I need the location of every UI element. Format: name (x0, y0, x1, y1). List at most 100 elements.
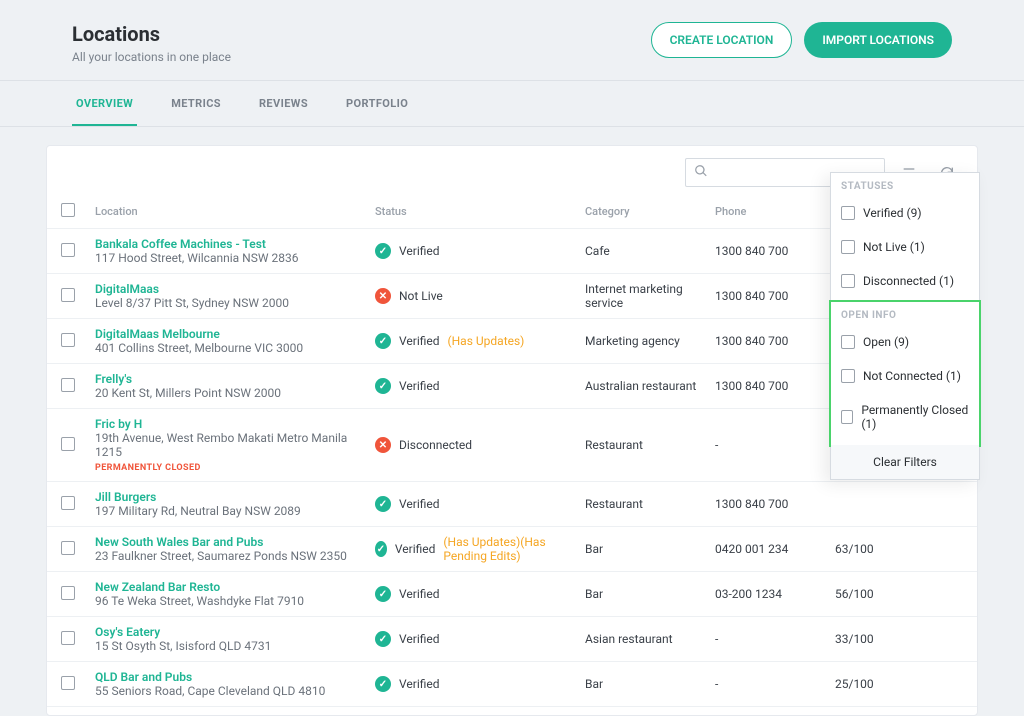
row-checkbox[interactable] (61, 437, 75, 451)
table-row: New Zealand Bar Resto96 Te Weka Street, … (47, 572, 977, 617)
location-name[interactable]: New South Wales Bar and Pubs (95, 535, 369, 549)
location-address: 401 Collins Street, Melbourne VIC 3000 (95, 341, 369, 355)
phone-cell: 1300 840 700 (715, 482, 835, 527)
tabs: OVERVIEW METRICS REVIEWS PORTFOLIO (0, 81, 1024, 127)
phone-cell: 1300 840 700 (715, 229, 835, 274)
status-extra: (Has Updates)(Has Pending Edits) (443, 535, 579, 563)
col-phone: Phone (715, 195, 835, 229)
last-cell: 63/100 (835, 527, 977, 572)
category-cell: Restaurant (585, 482, 715, 527)
page-subtitle: All your locations in one place (72, 50, 231, 64)
checkbox[interactable] (841, 240, 855, 254)
category-cell: Bar (585, 527, 715, 572)
status-extra: (Has Updates) (448, 334, 525, 348)
category-cell: Marketing agency (585, 319, 715, 364)
status-text: Verified (395, 542, 436, 556)
status-text: Verified (399, 244, 440, 258)
filter-item[interactable]: Permanently Closed (1) (831, 393, 979, 441)
x-icon: ✕ (375, 288, 391, 304)
location-name[interactable]: QLD Bar and Pubs (95, 670, 369, 684)
tab-overview[interactable]: OVERVIEW (72, 81, 137, 126)
create-location-button[interactable]: CREATE LOCATION (651, 22, 793, 58)
filter-item[interactable]: Verified (9) (831, 196, 979, 230)
location-address: 15 St Osyth St, Isisford QLD 4731 (95, 639, 369, 653)
phone-cell: - (715, 409, 835, 482)
category-cell: Australian restaurant (585, 364, 715, 409)
location-name[interactable]: Osy's Eatery (95, 625, 369, 639)
phone-cell: 1300 840 700 (715, 274, 835, 319)
import-locations-button[interactable]: IMPORT LOCATIONS (804, 22, 952, 58)
filter-item[interactable]: Disconnected (1) (831, 264, 979, 298)
location-name[interactable]: New Zealand Bar Resto (95, 580, 369, 594)
table-row: New South Wales Bar and Pubs23 Faulkner … (47, 527, 977, 572)
search-icon (694, 164, 708, 181)
checkbox[interactable] (841, 274, 855, 288)
row-checkbox[interactable] (61, 288, 75, 302)
last-cell (835, 482, 977, 527)
select-all-checkbox[interactable] (61, 203, 75, 217)
row-checkbox[interactable] (61, 676, 75, 690)
category-cell: Asian restaurant (585, 617, 715, 662)
location-address: 96 Te Weka Street, Washdyke Flat 7910 (95, 594, 369, 608)
filter-item[interactable]: Not Live (1) (831, 230, 979, 264)
page-header: Locations All your locations in one plac… (0, 0, 1024, 81)
filter-item[interactable]: Open (9) (831, 325, 979, 359)
check-icon: ✓ (375, 243, 391, 259)
x-icon: ✕ (375, 437, 391, 453)
location-address: Level 8/37 Pitt St, Sydney NSW 2000 (95, 296, 369, 310)
row-checkbox[interactable] (61, 243, 75, 257)
location-address: 55 Seniors Road, Cape Cleveland QLD 4810 (95, 684, 369, 698)
table-row: Jill Burgers197 Military Rd, Neutral Bay… (47, 482, 977, 527)
location-address: 20 Kent St, Millers Point NSW 2000 (95, 386, 369, 400)
col-category: Category (585, 195, 715, 229)
row-checkbox[interactable] (61, 541, 75, 555)
location-name[interactable]: Bankala Coffee Machines - Test (95, 237, 369, 251)
location-address: 117 Hood Street, Wilcannia NSW 2836 (95, 251, 369, 265)
row-checkbox[interactable] (61, 631, 75, 645)
last-cell: 33/100 (835, 617, 977, 662)
check-icon: ✓ (375, 496, 391, 512)
checkbox[interactable] (841, 206, 855, 220)
last-cell: 56/100 (835, 572, 977, 617)
row-checkbox[interactable] (61, 333, 75, 347)
check-icon: ✓ (375, 378, 391, 394)
status-text: Verified (399, 334, 440, 348)
clear-filters-button[interactable]: Clear Filters (831, 445, 979, 479)
tab-reviews[interactable]: REVIEWS (255, 81, 312, 126)
filter-panel: STATUSES Verified (9) Not Live (1) Disco… (830, 172, 980, 480)
location-name[interactable]: DigitalMaas Melbourne (95, 327, 369, 341)
tab-portfolio[interactable]: PORTFOLIO (342, 81, 412, 126)
status-text: Verified (399, 587, 440, 601)
filter-statuses-label: STATUSES (831, 173, 979, 196)
filter-openinfo-label: OPEN INFO (831, 302, 979, 325)
row-checkbox[interactable] (61, 496, 75, 510)
location-name[interactable]: DigitalMaas (95, 282, 369, 296)
page-title: Locations (72, 22, 231, 46)
status-text: Verified (399, 677, 440, 691)
check-icon: ✓ (375, 541, 387, 557)
phone-cell: 0420 001 234 (715, 527, 835, 572)
table-row: QLD Bar and Pubs55 Seniors Road, Cape Cl… (47, 662, 977, 707)
filter-item[interactable]: Not Connected (1) (831, 359, 979, 393)
phone-cell: - (715, 617, 835, 662)
phone-cell: 1300 840 700 (715, 319, 835, 364)
location-name[interactable]: Fric by H (95, 417, 369, 431)
last-cell: 25/100 (835, 662, 977, 707)
status-text: Verified (399, 497, 440, 511)
category-cell: Bar (585, 662, 715, 707)
checkbox[interactable] (841, 335, 855, 349)
category-cell: Internet marketing service (585, 274, 715, 319)
row-checkbox[interactable] (61, 378, 75, 392)
location-address: 19th Avenue, West Rembo Makati Metro Man… (95, 431, 369, 459)
col-location: Location (95, 195, 375, 229)
status-text: Verified (399, 632, 440, 646)
checkbox[interactable] (841, 410, 853, 424)
phone-cell: 03-200 1234 (715, 572, 835, 617)
status-text: Not Live (399, 289, 443, 303)
checkbox[interactable] (841, 369, 855, 383)
tab-metrics[interactable]: METRICS (167, 81, 225, 126)
location-name[interactable]: Jill Burgers (95, 490, 369, 504)
status-text: Verified (399, 379, 440, 393)
check-icon: ✓ (375, 333, 391, 349)
location-name[interactable]: Frelly's (95, 372, 369, 386)
